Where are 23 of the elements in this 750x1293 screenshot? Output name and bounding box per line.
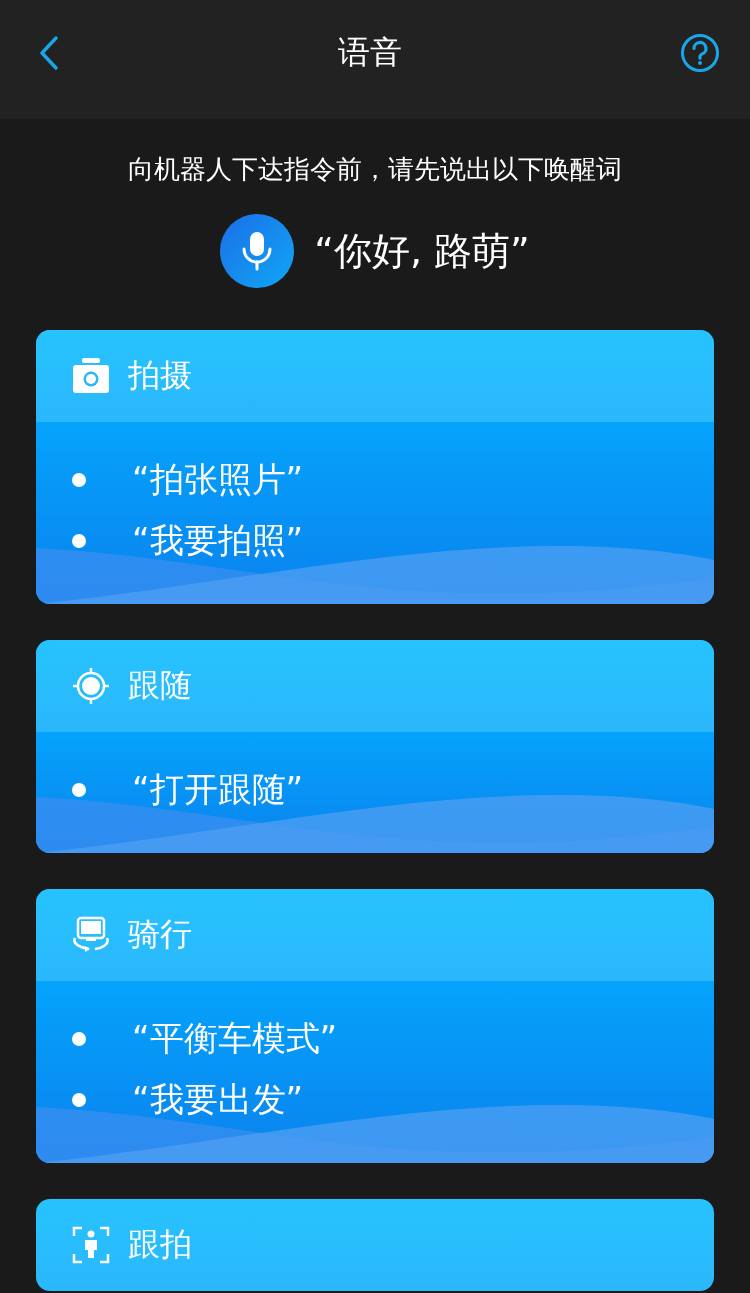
wake-word: “你好, 路萌” [314,227,530,275]
voice-command: “平衡车模式” [132,1016,338,1060]
section-title: 拍摄 [128,355,192,396]
laptop-rotate-icon [72,916,110,954]
person-frame-icon [72,1226,110,1264]
section-title: 骑行 [128,914,192,955]
voice-command: “打开跟随” [132,767,304,811]
bullet-icon [72,472,86,487]
bullet-icon [72,1031,86,1046]
section-title: 跟拍 [128,1224,192,1265]
section-title: 跟随 [128,665,192,706]
voice-command: “我要出发” [132,1077,304,1121]
page-title: 语音 [338,31,402,73]
help-icon [680,32,720,73]
voice-command: “我要拍照” [132,518,304,562]
target-icon [72,667,110,705]
help-button[interactable] [680,32,720,73]
bullet-icon [72,533,86,548]
bullet-icon [72,782,86,797]
voice-command: “拍张照片” [132,457,304,501]
bullet-icon [72,1092,86,1107]
instruction-text: 向机器人下达指令前，请先说出以下唤醒词 [128,153,622,186]
camera-icon [72,357,110,395]
